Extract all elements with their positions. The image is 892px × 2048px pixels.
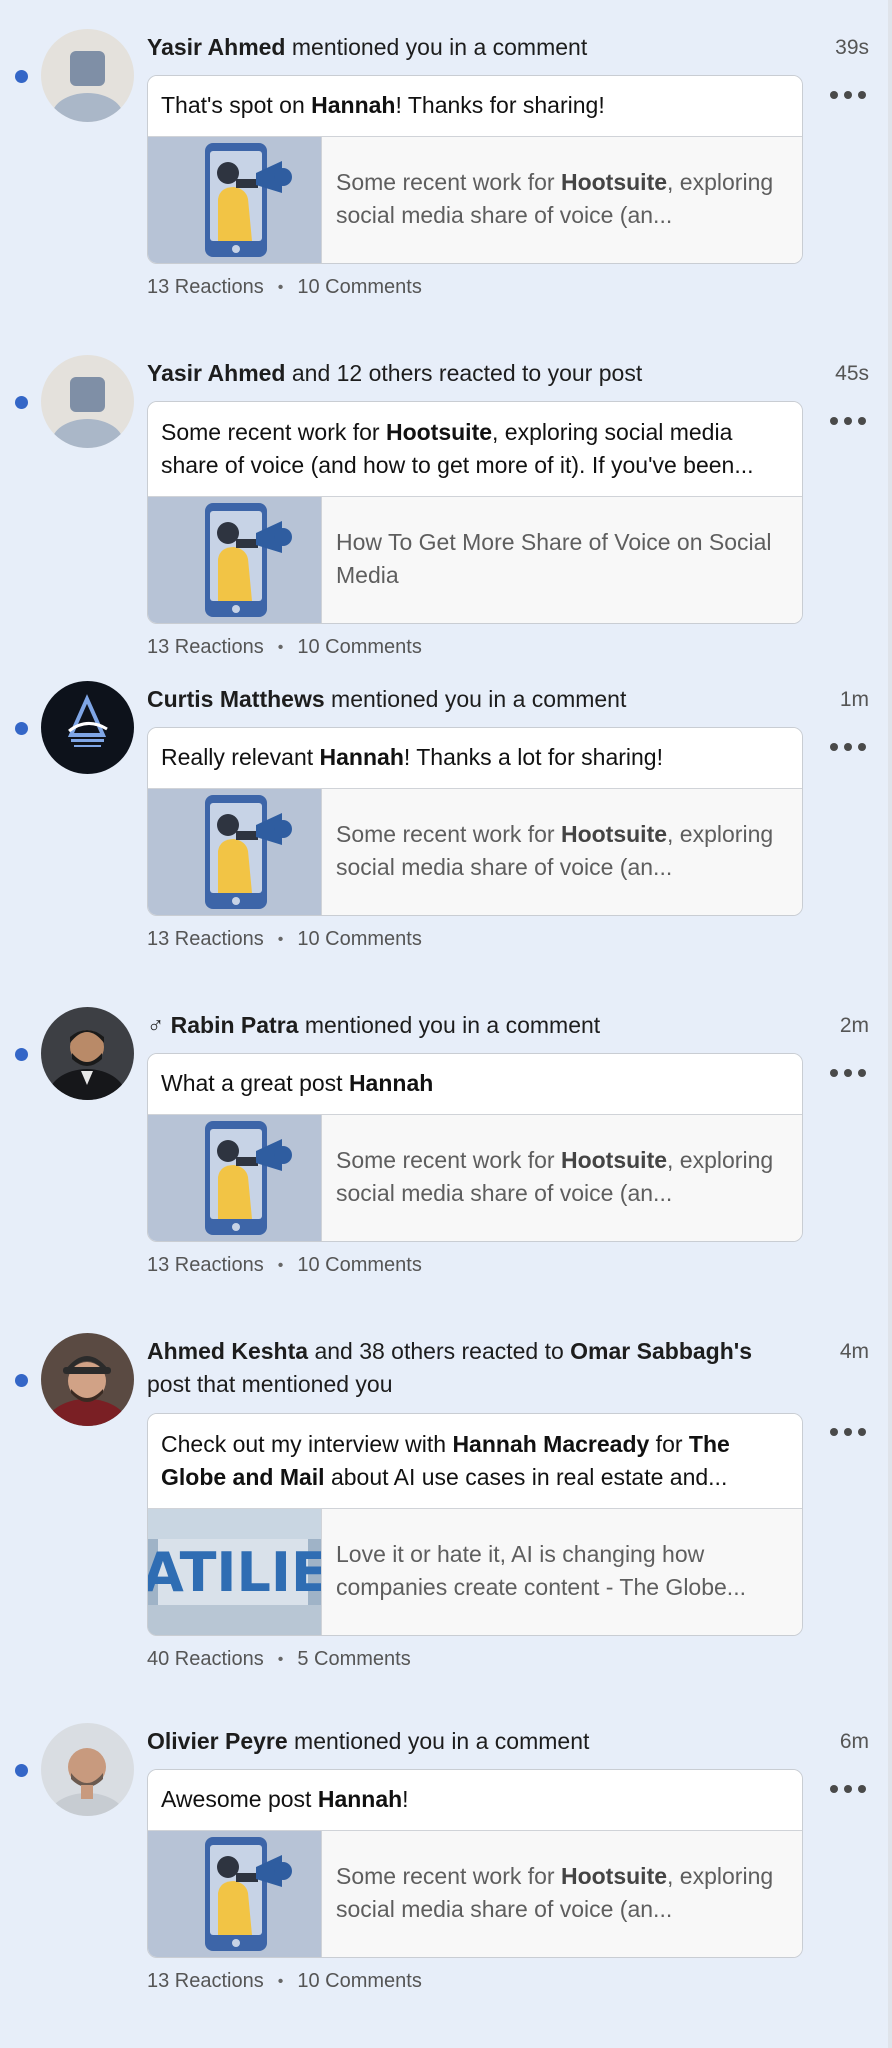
post-preview[interactable]: Some recent work for Hootsuite, explorin… (148, 789, 802, 915)
reactions-count[interactable]: 13 Reactions (147, 1254, 264, 1277)
more-options-button[interactable] (830, 409, 866, 433)
comment-card[interactable]: What a great post Hannah Some recent wor… (147, 1053, 803, 1242)
engagement-stats: 40 Reactions • 5 Comments (147, 1648, 411, 1671)
timestamp: 2m (839, 1014, 869, 1037)
notification-item[interactable]: Yasir Ahmed and 12 others reacted to you… (0, 326, 892, 658)
actor-name[interactable]: Curtis Matthews (147, 686, 325, 712)
timestamp: 4m (839, 1340, 869, 1363)
megaphone-thumbnail (148, 497, 322, 623)
curtis-logo-avatar[interactable] (41, 681, 134, 774)
comments-count[interactable]: 10 Comments (297, 928, 422, 951)
notification-item[interactable]: Curtis Matthews mentioned you in a comme… (0, 652, 892, 978)
notification-headline[interactable]: ♂ Rabin Patra mentioned you in a comment (147, 1009, 787, 1042)
more-options-button[interactable] (830, 1420, 866, 1444)
comment-text: Really relevant Hannah! Thanks a lot for… (148, 728, 802, 789)
preview-text: How To Get More Share of Voice on Social… (336, 529, 772, 588)
action-text: mentioned you in a comment (294, 1728, 590, 1754)
more-options-button[interactable] (830, 1061, 866, 1085)
post-card[interactable]: Some recent work for Hootsuite, explorin… (147, 401, 803, 624)
post-preview[interactable]: Some recent work for Hootsuite, explorin… (148, 1115, 802, 1241)
rabin-photo-avatar[interactable] (41, 1007, 134, 1100)
timestamp: 39s (835, 36, 869, 59)
notification-feed: Yasir Ahmed mentioned you in a comment 3… (0, 0, 892, 2020)
timestamp: 6m (839, 1730, 869, 1753)
actor-name[interactable]: Ahmed Keshta (147, 1338, 308, 1364)
article-thumbnail: ATILIE (148, 1509, 322, 1635)
action-text: post that mentioned you (147, 1371, 393, 1397)
notification-headline[interactable]: Yasir Ahmed mentioned you in a comment (147, 31, 787, 64)
post-preview[interactable]: Some recent work for Hootsuite, explorin… (148, 137, 802, 263)
comment-card[interactable]: Really relevant Hannah! Thanks a lot for… (147, 727, 803, 916)
preview-text: Some recent work for Hootsuite, explorin… (336, 1863, 774, 1922)
unread-dot (15, 396, 28, 409)
gender-symbol-icon: ♂ (147, 1012, 165, 1038)
engagement-stats: 13 Reactions • 10 Comments (147, 1254, 422, 1277)
post-author-name[interactable]: Omar Sabbagh's (570, 1338, 752, 1364)
preview-text: Some recent work for Hootsuite, explorin… (336, 1147, 774, 1206)
comment-card[interactable]: That's spot on Hannah! Thanks for sharin… (147, 75, 803, 264)
olivier-photo-avatar[interactable] (41, 1723, 134, 1816)
unread-dot (15, 1764, 28, 1777)
post-preview[interactable]: How To Get More Share of Voice on Social… (148, 497, 802, 623)
engagement-stats: 13 Reactions • 10 Comments (147, 276, 422, 299)
default-avatar[interactable] (41, 29, 134, 122)
unread-dot (15, 1048, 28, 1061)
actor-name[interactable]: Olivier Peyre (147, 1728, 288, 1754)
more-options-button[interactable] (830, 83, 866, 107)
timestamp: 1m (839, 688, 869, 711)
unread-dot (15, 1374, 28, 1387)
reactions-count[interactable]: 40 Reactions (147, 1648, 264, 1671)
timestamp: 45s (835, 362, 869, 385)
action-text: mentioned you in a comment (331, 686, 627, 712)
actor-name[interactable]: Yasir Ahmed (147, 360, 285, 386)
comment-text: That's spot on Hannah! Thanks for sharin… (148, 76, 802, 137)
post-preview[interactable]: Some recent work for Hootsuite, explorin… (148, 1831, 802, 1957)
actor-name[interactable]: Rabin Patra (171, 1012, 299, 1038)
notification-item[interactable]: ♂ Rabin Patra mentioned you in a comment… (0, 978, 892, 1304)
reactions-count[interactable]: 13 Reactions (147, 276, 264, 299)
action-text: mentioned you in a comment (291, 34, 588, 60)
svg-text:ATILIE: ATILIE (148, 1541, 322, 1604)
megaphone-thumbnail (148, 137, 322, 263)
notification-item[interactable]: Yasir Ahmed mentioned you in a comment 3… (0, 0, 892, 326)
megaphone-thumbnail (148, 1831, 322, 1957)
notification-headline[interactable]: Olivier Peyre mentioned you in a comment (147, 1725, 787, 1758)
action-text: mentioned you in a comment (304, 1012, 601, 1038)
preview-text: Love it or hate it, AI is changing how c… (336, 1541, 746, 1600)
engagement-stats: 13 Reactions • 10 Comments (147, 1970, 422, 1993)
more-options-button[interactable] (830, 1777, 866, 1801)
notification-headline[interactable]: Curtis Matthews mentioned you in a comme… (147, 683, 787, 716)
megaphone-thumbnail (148, 789, 322, 915)
notification-headline[interactable]: Yasir Ahmed and 12 others reacted to you… (147, 357, 787, 390)
engagement-stats: 13 Reactions • 10 Comments (147, 928, 422, 951)
reactions-count[interactable]: 13 Reactions (147, 928, 264, 951)
ahmed-photo-avatar[interactable] (41, 1333, 134, 1426)
unread-dot (15, 70, 28, 83)
notification-item[interactable]: Olivier Peyre mentioned you in a comment… (0, 1694, 892, 2020)
more-options-button[interactable] (830, 735, 866, 759)
comment-text: Awesome post Hannah! (148, 1770, 802, 1831)
comments-count[interactable]: 10 Comments (297, 276, 422, 299)
comments-count[interactable]: 10 Comments (297, 1970, 422, 1993)
post-preview[interactable]: ATILIE Love it or hate it, AI is changin… (148, 1509, 802, 1635)
unread-dot (15, 722, 28, 735)
notification-headline[interactable]: Ahmed Keshta and 38 others reacted to Om… (147, 1335, 787, 1401)
post-card[interactable]: Check out my interview with Hannah Macre… (147, 1413, 803, 1636)
notification-item[interactable]: Ahmed Keshta and 38 others reacted to Om… (0, 1304, 892, 1694)
preview-text: Some recent work for Hootsuite, explorin… (336, 169, 774, 228)
actor-name[interactable]: Yasir Ahmed (147, 34, 285, 60)
default-avatar[interactable] (41, 355, 134, 448)
post-text: Some recent work for Hootsuite, explorin… (148, 402, 802, 497)
comment-text: What a great post Hannah (148, 1054, 802, 1115)
comments-count[interactable]: 10 Comments (297, 1254, 422, 1277)
action-text: and 38 others reacted to (314, 1338, 564, 1364)
comments-count[interactable]: 5 Comments (297, 1648, 410, 1671)
preview-text: Some recent work for Hootsuite, explorin… (336, 821, 774, 880)
megaphone-thumbnail (148, 1115, 322, 1241)
comment-card[interactable]: Awesome post Hannah! Some recent work fo… (147, 1769, 803, 1958)
reactions-count[interactable]: 13 Reactions (147, 1970, 264, 1993)
post-text: Check out my interview with Hannah Macre… (148, 1414, 802, 1509)
action-text: and 12 others reacted to your post (291, 360, 643, 386)
